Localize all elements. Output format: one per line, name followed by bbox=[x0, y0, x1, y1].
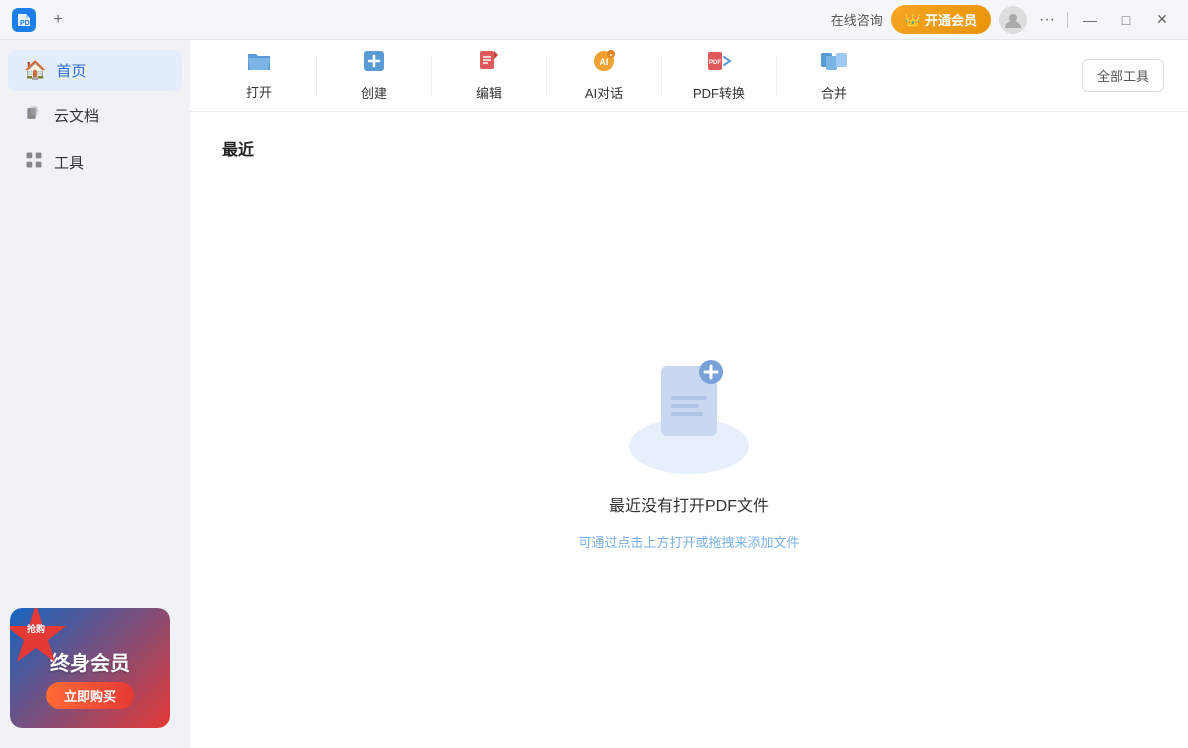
promo-banner[interactable]: 抢购 终身会员 立即购买 bbox=[10, 608, 170, 728]
toolbar: 打开 创建 bbox=[190, 40, 1188, 112]
sidebar-item-label: 云文档 bbox=[54, 105, 99, 126]
pdf-convert-icon: PDF bbox=[706, 49, 732, 79]
sidebar-item-tools[interactable]: 工具 bbox=[8, 140, 182, 185]
svg-text:AI: AI bbox=[600, 57, 609, 67]
toolbar-divider-3 bbox=[546, 56, 547, 96]
sidebar-item-cloud[interactable]: 云文档 bbox=[8, 93, 182, 138]
titlebar: PDF + 在线咨询 👑 开通会员 ··· — □ ✕ bbox=[0, 0, 1188, 40]
open-label: 打开 bbox=[246, 82, 272, 101]
merge-button[interactable]: 合并 bbox=[789, 48, 879, 104]
titlebar-right: 在线咨询 👑 开通会员 ··· — □ ✕ bbox=[831, 5, 1176, 34]
recent-title: 最近 bbox=[222, 136, 1156, 160]
empty-main-text: 最近没有打开PDF文件 bbox=[609, 492, 769, 516]
toolbar-divider-4 bbox=[661, 56, 662, 96]
merge-docs-icon bbox=[820, 49, 848, 73]
create-icon bbox=[362, 49, 386, 79]
home-icon: 🏠 bbox=[24, 60, 46, 81]
sidebar: 🏠 首页 云文档 工具 bbox=[0, 40, 190, 748]
sidebar-item-label: 首页 bbox=[56, 60, 86, 81]
promo-buy-button[interactable]: 立即购买 bbox=[46, 682, 134, 709]
crown-icon: 👑 bbox=[905, 12, 921, 28]
open-icon bbox=[246, 50, 272, 78]
folder-open-icon bbox=[246, 50, 272, 72]
new-tab-button[interactable]: + bbox=[44, 6, 72, 34]
tools-icon bbox=[24, 150, 44, 175]
content-area: 打开 创建 bbox=[190, 40, 1188, 748]
empty-state: 最近没有打开PDF文件 可通过点击上方打开或拖拽来添加文件 bbox=[222, 184, 1156, 712]
cloud-doc-icon bbox=[24, 103, 44, 123]
main-layout: 🏠 首页 云文档 工具 bbox=[0, 40, 1188, 748]
maximize-button[interactable]: □ bbox=[1112, 6, 1140, 34]
pdf-convert-label: PDF转换 bbox=[693, 83, 745, 102]
open-button[interactable]: 打开 bbox=[214, 48, 304, 104]
edit-button[interactable]: 编辑 bbox=[444, 48, 534, 104]
pdf-convert-button[interactable]: PDF PDF转换 bbox=[674, 48, 764, 104]
sidebar-item-label: 工具 bbox=[54, 152, 84, 173]
promo-background: 抢购 终身会员 立即购买 bbox=[10, 608, 170, 728]
svg-text:PDF: PDF bbox=[709, 60, 721, 66]
online-consult-link[interactable]: 在线咨询 bbox=[831, 10, 883, 29]
empty-illustration bbox=[609, 346, 769, 476]
grid-icon bbox=[24, 150, 44, 170]
merge-label: 合并 bbox=[821, 83, 847, 102]
toolbar-divider-5 bbox=[776, 56, 777, 96]
svg-text:PDF: PDF bbox=[20, 20, 35, 27]
toolbar-divider-1 bbox=[316, 56, 317, 96]
svg-text:抢购: 抢购 bbox=[27, 623, 45, 634]
ai-chat-icon: AI ✦ bbox=[591, 49, 617, 79]
plus-square-icon bbox=[362, 49, 386, 73]
more-options-button[interactable]: ··· bbox=[1035, 7, 1059, 33]
app-icon: PDF bbox=[12, 8, 36, 32]
pdf-icon: PDF bbox=[706, 49, 732, 73]
ai-icon: AI ✦ bbox=[591, 49, 617, 73]
toolbar-divider-2 bbox=[431, 56, 432, 96]
edit-label: 编辑 bbox=[476, 83, 502, 102]
all-tools-button[interactable]: 全部工具 bbox=[1082, 59, 1164, 92]
edit-icon bbox=[477, 49, 501, 79]
close-button[interactable]: ✕ bbox=[1148, 6, 1176, 34]
merge-icon bbox=[820, 49, 848, 79]
create-button[interactable]: 创建 bbox=[329, 48, 419, 104]
cloud-icon bbox=[24, 103, 44, 128]
minimize-button[interactable]: — bbox=[1076, 6, 1104, 34]
svg-text:✦: ✦ bbox=[609, 53, 613, 59]
avatar-icon bbox=[1003, 10, 1023, 30]
edit-doc-icon bbox=[477, 49, 501, 73]
ai-chat-label: AI对话 bbox=[585, 83, 623, 102]
ai-chat-button[interactable]: AI ✦ AI对话 bbox=[559, 48, 649, 104]
user-avatar[interactable] bbox=[999, 6, 1027, 34]
promo-star-icon: 抢购 bbox=[10, 608, 66, 664]
titlebar-left: PDF + bbox=[12, 6, 72, 34]
sidebar-item-home[interactable]: 🏠 首页 bbox=[8, 50, 182, 91]
vip-button[interactable]: 👑 开通会员 bbox=[891, 5, 991, 34]
empty-sub-text: 可通过点击上方打开或拖拽来添加文件 bbox=[578, 532, 799, 551]
titlebar-divider bbox=[1067, 12, 1068, 28]
create-label: 创建 bbox=[361, 83, 387, 102]
recent-section: 最近 bbox=[190, 112, 1188, 748]
